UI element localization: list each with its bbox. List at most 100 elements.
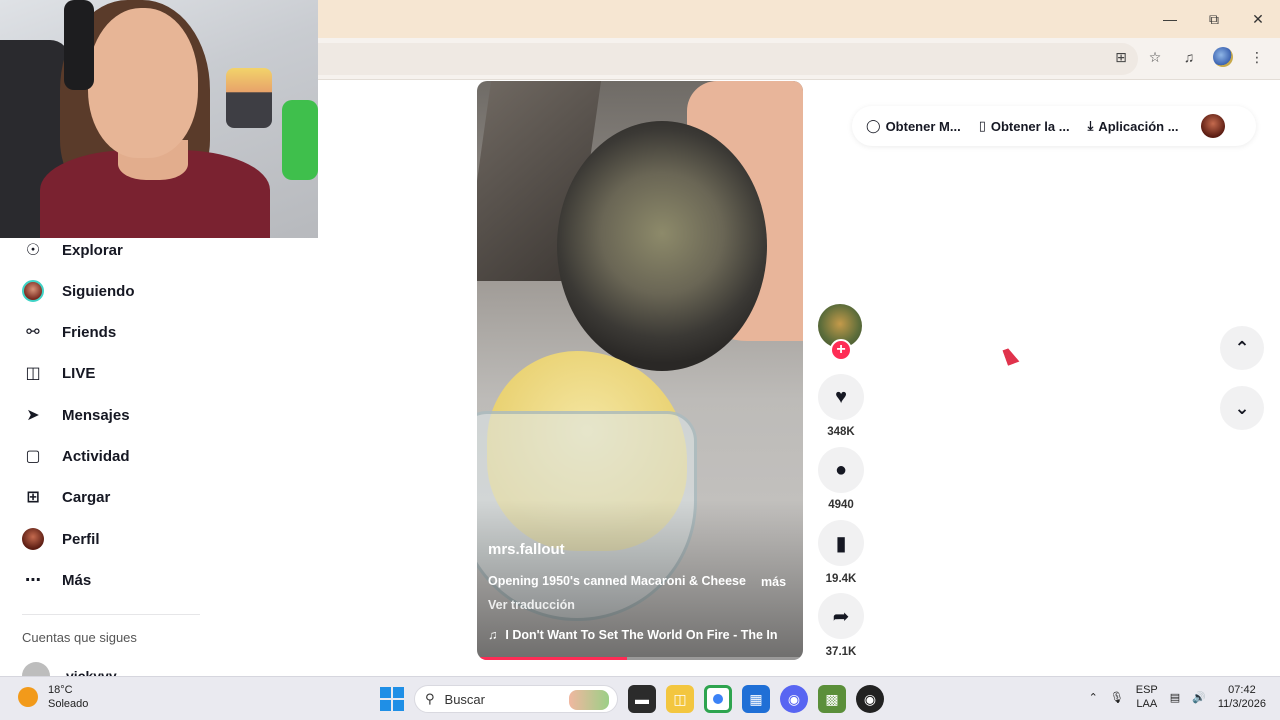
task-view-icon[interactable]: ▬ [628, 685, 656, 713]
browser-toolbar-icons: ⊞ ☆ ♫ ⋮ [1110, 46, 1268, 68]
taskbar-search[interactable]: ⚲ Buscar [414, 685, 618, 713]
sidebar-item-mensajes[interactable]: ➤ Mensajes [22, 403, 130, 427]
video-description: Opening 1950's canned Macaroni & Cheese [488, 574, 746, 588]
share-button[interactable]: ➦ [818, 593, 864, 639]
video-player[interactable]: mrs.fallout Opening 1950's canned Macaro… [477, 81, 803, 660]
media-queue-icon[interactable]: ♫ [1178, 46, 1200, 68]
file-explorer-icon[interactable]: ◫ [666, 685, 694, 713]
sun-icon [18, 687, 38, 707]
video-author[interactable]: mrs.fallout [488, 541, 565, 558]
sidebar-item-label: Friends [62, 323, 117, 341]
video-progress-bar[interactable] [477, 657, 803, 660]
address-bar: ⊞ ☆ ♫ ⋮ [318, 38, 1280, 80]
sidebar-item-label: Actividad [62, 447, 130, 465]
like-button[interactable]: ♥ [818, 374, 864, 420]
weather-condition: Soleado [48, 698, 89, 710]
desktop-app-label: Aplicación ... [1098, 118, 1179, 134]
share-count: 37.1K [825, 646, 857, 658]
save-button[interactable]: ▮ [818, 520, 864, 566]
sidebar-item-actividad[interactable]: ▢ Actividad [22, 444, 130, 468]
discord-icon[interactable]: ◉ [780, 685, 808, 713]
sidebar-item-label: Más [62, 571, 92, 589]
close-icon[interactable]: ✕ [1236, 0, 1280, 38]
clock[interactable]: 07:42 11/3/2026 [1218, 683, 1266, 711]
get-app-button[interactable]: ▯ Obtener la ... [979, 118, 1070, 134]
sidebar-item-siguiendo[interactable]: Siguiendo [22, 279, 135, 303]
chevron-down-icon: ⌄ [1234, 397, 1250, 418]
mouse-cursor-icon [1002, 346, 1020, 366]
weather-temp: 18°C [48, 684, 73, 696]
follow-plus-icon[interactable]: + [830, 339, 852, 361]
more-icon: ⋯ [25, 572, 41, 589]
window-controls: — ⧉ ✕ [1148, 0, 1280, 38]
microphone-icon[interactable]: 🎙 [1110, 691, 1124, 704]
avatar [22, 528, 44, 550]
video-progress-fill [477, 657, 627, 660]
chevron-up-icon[interactable]: ⌃ [1089, 691, 1098, 704]
previous-video-button[interactable]: ⌃ [1220, 326, 1264, 370]
coin-icon: ◯ [866, 118, 881, 133]
sidebar-item-mas[interactable]: ⋯ Más [22, 568, 91, 592]
language-indicator[interactable]: ESP LAA [1136, 683, 1158, 711]
sidebar-item-label: Explorar [62, 241, 123, 259]
following-title: Cuentas que sigues [22, 630, 137, 645]
compass-icon: ☉ [25, 242, 41, 259]
chevron-up-icon: ⌃ [1234, 337, 1250, 358]
menu-dots-icon[interactable]: ⋮ [1246, 46, 1268, 68]
url-field[interactable] [318, 43, 1138, 75]
sidebar-item-label: Siguiendo [62, 282, 135, 300]
music-note-icon: ♫ [488, 628, 498, 642]
comment-count: 4940 [828, 499, 854, 511]
sidebar-item-explorar[interactable]: ☉ Explorar [22, 238, 123, 262]
network-icon[interactable]: ▤ [1170, 691, 1180, 704]
like-count: 348K [827, 426, 855, 438]
send-icon: ➤ [26, 407, 40, 424]
sidebar-item-friends[interactable]: ⚯ Friends [22, 320, 116, 344]
weather-widget[interactable]: 18°C Soleado [18, 683, 88, 711]
upload-icon: ⊞ [26, 489, 40, 506]
webcam-overlay [0, 0, 318, 238]
install-app-icon[interactable]: ⊞ [1110, 46, 1132, 68]
profile-avatar[interactable] [1200, 114, 1225, 138]
sidebar-item-perfil[interactable]: Perfil [22, 527, 100, 551]
comment-button[interactable]: ● [818, 447, 864, 493]
sidebar-item-label: Perfil [62, 530, 100, 548]
get-coins-button[interactable]: ◯ Obtener M... [866, 118, 961, 134]
more-button[interactable]: más [761, 575, 786, 589]
system-tray: ⌃ 🎙 ESP LAA ▤ 🔊 07:42 11/3/2026 [1089, 683, 1266, 711]
creator-avatar-wrap[interactable]: + [818, 304, 864, 361]
store-icon[interactable]: ▦ [742, 685, 770, 713]
music-link[interactable]: ♫ I Don't Want To Set The World On Fire … [488, 628, 792, 642]
clock-date: 11/3/2026 [1217, 698, 1266, 710]
star-icon[interactable]: ☆ [1144, 46, 1166, 68]
sidebar-item-cargar[interactable]: ⊞ Cargar [22, 485, 110, 509]
heart-icon: ♥ [835, 385, 847, 408]
windows-start-icon[interactable] [380, 687, 404, 711]
sidebar-item-live[interactable]: ◫ LIVE [22, 361, 95, 385]
volume-icon[interactable]: 🔊 [1192, 691, 1206, 704]
get-coins-label: Obtener M... [885, 118, 961, 134]
keyboard-layout: LAA [1136, 698, 1158, 710]
next-video-button[interactable]: ⌄ [1220, 386, 1264, 430]
sidebar-item-label: LIVE [62, 364, 96, 382]
minecraft-icon[interactable]: ▩ [818, 685, 846, 713]
comment-icon: ● [834, 458, 848, 481]
search-highlight-image [569, 690, 609, 710]
sidebar-divider [22, 614, 200, 615]
chrome-icon[interactable] [704, 685, 732, 713]
sidebar-nav: ☉ Explorar Siguiendo ⚯ Friends ◫ LIVE ➤ … [0, 238, 318, 690]
restore-icon[interactable]: ⧉ [1192, 0, 1236, 38]
clock-time: 07:42 [1228, 684, 1256, 696]
minimize-icon[interactable]: — [1148, 0, 1192, 38]
obs-icon[interactable]: ◉ [856, 685, 884, 713]
windows-taskbar: 18°C Soleado ⚲ Buscar ▬ ◫ ▦ ◉ ▩ ◉ ⌃ 🎙 ES… [0, 676, 1280, 720]
desktop-app-button[interactable]: ⤓ Aplicación ... [1088, 118, 1179, 134]
translate-link[interactable]: Ver traducción [488, 598, 575, 612]
share-icon: ➦ [832, 605, 850, 628]
download-icon: ⤓ [1087, 118, 1094, 133]
taskbar-apps: ⚲ Buscar ▬ ◫ ▦ ◉ ▩ ◉ [380, 685, 884, 713]
avatar [22, 280, 44, 302]
profile-icon[interactable] [1212, 46, 1234, 68]
sidebar-item-label: Mensajes [62, 406, 130, 424]
search-icon: ⚲ [425, 691, 435, 706]
